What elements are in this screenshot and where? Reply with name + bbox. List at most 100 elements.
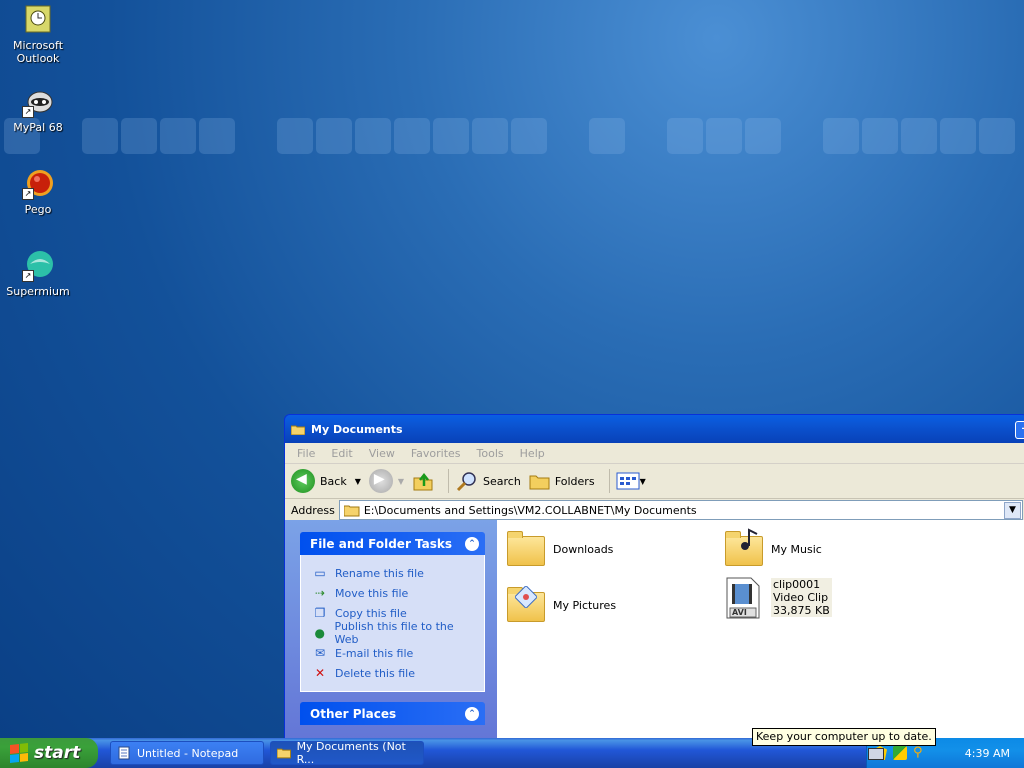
panel-title: Other Places (310, 706, 397, 721)
move-icon: ⇢ (314, 586, 326, 600)
collapse-chevron-icon[interactable]: ⌃ (465, 706, 479, 721)
search-tray-icon[interactable]: ⚲ (913, 746, 927, 760)
tray-tooltip: Keep your computer up to date. (752, 728, 936, 746)
taskbar-button-notepad[interactable]: Untitled - Notepad (110, 741, 264, 765)
window-body: File and Folder Tasks ⌃ ▭ Rename this fil… (285, 520, 1024, 745)
standard-toolbar: ◀ Back ▼ ▶ ▼ Search Folders ▼ (285, 464, 1024, 499)
file-list: Downloads My Music My Pictures AVI clip0… (497, 520, 1024, 745)
file-name: My Music (771, 542, 822, 556)
address-input[interactable]: E:\Documents and Settings\VM2.COLLABNET\… (338, 500, 1023, 520)
desktop-icon-label: Outlook (16, 52, 60, 65)
shortcut-arrow-icon: ↗ (22, 106, 34, 118)
rename-icon: ▭ (314, 566, 326, 580)
task-label: E-mail this file (335, 646, 414, 660)
menu-help[interactable]: Help (512, 447, 553, 460)
views-button[interactable]: ▼ (616, 471, 646, 491)
file-item-downloads[interactable]: Downloads (505, 528, 613, 570)
minimize-button[interactable]: – (1015, 421, 1024, 439)
task-move[interactable]: ⇢ Move this file (313, 583, 476, 603)
copy-icon: ❐ (314, 606, 326, 620)
search-button[interactable]: Search (455, 470, 521, 492)
file-name: Downloads (553, 542, 614, 556)
file-item-my-pictures[interactable]: My Pictures (505, 584, 616, 626)
file-item-my-music[interactable]: My Music (723, 528, 822, 570)
folders-icon (529, 475, 550, 490)
window-title: My Documents (311, 422, 403, 436)
back-button[interactable]: ◀ Back ▼ (291, 469, 361, 493)
start-label: start (34, 743, 81, 763)
start-button[interactable]: start (0, 738, 98, 768)
task-label: Publish this file to the Web (334, 620, 454, 646)
desktop-wallpaper-band (0, 114, 1024, 158)
panel-header[interactable]: File and Folder Tasks ⌃ (300, 532, 485, 555)
back-arrow-icon: ◀ (291, 469, 315, 493)
folder-icon (343, 505, 360, 516)
desktop-icon-mypal[interactable]: ↗ MyPal 68 (0, 86, 76, 134)
up-folder-icon (413, 472, 433, 491)
menu-bar: File Edit View Favorites Tools Help (285, 443, 1024, 464)
menu-view[interactable]: View (361, 447, 403, 460)
task-label: Copy this file (335, 606, 407, 620)
back-dropdown-icon[interactable]: ▼ (355, 477, 361, 486)
task-rename[interactable]: ▭ Rename this file (313, 563, 476, 583)
window-titlebar[interactable]: My Documents – (285, 415, 1024, 443)
collapse-chevron-icon[interactable]: ⌃ (465, 536, 479, 551)
views-dropdown-icon: ▼ (639, 476, 646, 486)
desktop-icon-supermium[interactable]: ↗ Supermium (0, 250, 76, 298)
up-folder-button[interactable] (412, 470, 434, 492)
desktop-icon-outlook[interactable]: Microsoft Outlook (0, 4, 76, 65)
search-icon (456, 472, 476, 492)
taskbar-button-my-documents[interactable]: My Documents (Not R... (270, 740, 424, 766)
taskbar-button-label: Untitled - Notepad (137, 746, 239, 760)
task-pane: File and Folder Tasks ⌃ ▭ Rename this fil… (285, 520, 497, 745)
globe-icon: ● (314, 626, 325, 640)
update-icon[interactable] (893, 746, 907, 760)
file-name: My Pictures (553, 598, 617, 612)
desktop-icon-pego[interactable]: ↗ Pego (0, 168, 76, 216)
forward-button[interactable]: ▶ ▼ (368, 469, 404, 493)
keyboard-icon[interactable] (868, 748, 884, 760)
task-label: Delete this file (335, 666, 415, 680)
delete-icon: ✕ (314, 666, 326, 680)
toolbar-separator (608, 469, 610, 493)
email-icon: ✉ (314, 646, 326, 660)
menu-file[interactable]: File (289, 447, 323, 460)
panel-header[interactable]: Other Places ⌃ (300, 702, 485, 725)
task-label: Move this file (335, 586, 409, 600)
menu-edit[interactable]: Edit (323, 447, 360, 460)
video-file-icon: AVI (723, 576, 765, 619)
folder-icon (277, 748, 291, 759)
folders-label: Folders (554, 474, 595, 488)
forward-arrow-icon: ▶ (368, 469, 393, 493)
file-item-clip0001[interactable]: AVI clip0001 Video Clip 33,875 KB (723, 576, 832, 619)
task-delete[interactable]: ✕ Delete this file (313, 663, 476, 683)
shortcut-arrow-icon: ↗ (22, 270, 34, 282)
folder-icon (505, 528, 547, 570)
desktop-icon-label: Supermium (6, 285, 70, 298)
file-name: clip0001 (773, 577, 821, 591)
file-type: Video Clip (773, 590, 829, 604)
supermium-icon: ↗ (22, 250, 54, 282)
menu-tools[interactable]: Tools (469, 447, 512, 460)
raccoon-icon: ↗ (22, 86, 54, 118)
music-folder-icon (723, 528, 765, 570)
folders-button[interactable]: Folders (529, 471, 595, 491)
desktop-icon-label: MyPal 68 (13, 121, 63, 134)
file-details: clip0001 Video Clip 33,875 KB (771, 577, 832, 617)
address-label: Address (291, 503, 335, 517)
pego-icon: ↗ (22, 168, 54, 200)
panel-body: ▭ Rename this file ⇢ Move this file ❐ Copy … (300, 555, 485, 692)
address-value: E:\Documents and Settings\VM2.COLLABNET\… (363, 503, 697, 517)
file-size: 33,875 KB (773, 603, 830, 617)
task-label: Rename this file (335, 566, 424, 580)
address-dropdown-icon[interactable]: ▼ (1004, 502, 1021, 519)
menu-favorites[interactable]: Favorites (403, 447, 469, 460)
task-email[interactable]: ✉ E-mail this file (313, 643, 476, 663)
taskbar-button-label: My Documents (Not R... (296, 740, 406, 766)
other-places-panel: Other Places ⌃ (300, 702, 485, 725)
desktop-icon-label: Pego (24, 203, 52, 216)
folder-icon (291, 425, 305, 435)
outlook-icon (22, 4, 54, 36)
notepad-icon (118, 746, 130, 760)
task-publish[interactable]: ● Publish this file to the Web (313, 620, 476, 646)
